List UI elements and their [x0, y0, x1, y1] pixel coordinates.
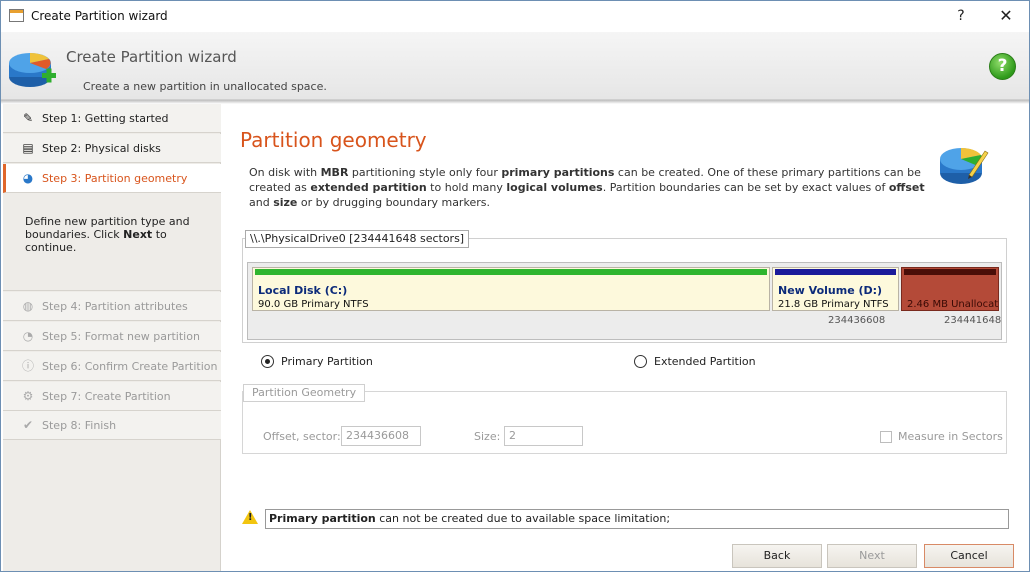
physical-drive-group: \\.\PhysicalDrive0 [234441648 sectors] L…	[242, 230, 1007, 343]
main-panel: Partition geometry On disk with MBR part…	[222, 104, 1029, 571]
desc-text: and	[249, 196, 274, 209]
partition-new-volume-d[interactable]: New Volume (D:) 21.8 GB Primary NTFS	[772, 267, 899, 311]
warning-bold: Primary partition	[269, 512, 376, 525]
title-bar: Create Partition wizard ? ✕	[1, 1, 1029, 32]
desc-text: partitioning style only four	[348, 166, 502, 179]
step-partition-attributes: ◍ Step 4: Partition attributes	[3, 292, 221, 321]
magic-wand-icon: ✎	[22, 111, 34, 125]
header-subtitle: Create a new partition in unallocated sp…	[83, 80, 327, 93]
step-format-partition: ◔ Step 5: Format new partition	[3, 322, 221, 351]
step-label: Step 6: Confirm Create Partition	[42, 359, 218, 373]
step-label: Step 4: Partition attributes	[42, 299, 188, 313]
partition-name: New Volume (D:)	[778, 284, 883, 297]
attributes-disk-icon: ◍	[22, 299, 34, 313]
app-window-icon	[9, 9, 24, 22]
partition-geometry-legend: Partition Geometry	[243, 384, 366, 402]
step-label: Step 7: Create Partition	[42, 389, 171, 403]
disk-partition-logo-icon	[9, 53, 56, 87]
measure-in-sectors-checkbox[interactable]: Measure in Sectors	[880, 430, 1003, 443]
gear-icon: ⚙	[22, 389, 34, 403]
format-disk-icon: ◔	[22, 329, 34, 343]
partition-bar	[255, 269, 767, 275]
step-getting-started[interactable]: ✎ Step 1: Getting started	[3, 104, 221, 133]
step-finish: ✔ Step 8: Finish	[3, 411, 221, 440]
radio-unselected-icon	[634, 355, 647, 368]
steps-sidebar: ✎ Step 1: Getting started ▤ Step 2: Phys…	[3, 104, 221, 571]
warning-icon: !	[242, 510, 258, 524]
sector-start-marker: 234436608	[828, 315, 886, 326]
disk-map: Local Disk (C:) 90.0 GB Primary NTFS New…	[247, 262, 1002, 340]
extended-partition-radio[interactable]: Extended Partition	[634, 355, 756, 368]
partition-geometry-icon	[940, 147, 989, 184]
desc-bold: logical volumes	[506, 181, 603, 194]
desc-text: to hold many	[426, 181, 507, 194]
checkbox-unchecked-icon	[880, 430, 892, 443]
desc-text: On disk with	[249, 166, 321, 179]
physical-drive-label: \\.\PhysicalDrive0 [234441648 sectors]	[245, 230, 470, 248]
partition-bar	[775, 269, 896, 275]
cancel-button[interactable]: Cancel	[924, 544, 1014, 568]
step-label: Step 5: Format new partition	[42, 329, 200, 343]
partition-geometry-icon: ◕	[22, 171, 34, 185]
step-label: Step 2: Physical disks	[42, 141, 161, 155]
size-input[interactable]: 2	[504, 426, 583, 446]
step-create-partition: ⚙ Step 7: Create Partition	[3, 382, 221, 411]
partition-name: Local Disk (C:)	[258, 284, 348, 297]
step-description-bold: Next	[123, 228, 153, 241]
warning-message: Primary partition can not be created due…	[265, 509, 1009, 529]
page-description: On disk with MBR partitioning style only…	[249, 165, 939, 210]
partition-info: 2.46 MB Unallocated	[907, 299, 999, 310]
offset-input[interactable]: 234436608	[341, 426, 421, 446]
next-button[interactable]: Next	[827, 544, 917, 568]
partition-info: 90.0 GB Primary NTFS	[258, 299, 369, 310]
hard-disk-icon: ▤	[22, 141, 34, 155]
close-button[interactable]: ✕	[991, 5, 1021, 27]
offset-label: Offset, sector:	[263, 430, 341, 443]
step-partition-geometry[interactable]: ◕ Step 3: Partition geometry	[3, 164, 221, 193]
partition-bar	[904, 269, 996, 275]
back-button[interactable]: Back	[732, 544, 822, 568]
step-physical-disks[interactable]: ▤ Step 2: Physical disks	[3, 134, 221, 163]
sector-end-marker: 234441648	[944, 315, 1002, 326]
radio-selected-icon	[261, 355, 274, 368]
desc-text: . Partition boundaries can be set by exa…	[602, 181, 889, 194]
window-title: Create Partition wizard	[31, 9, 168, 23]
partition-info: 21.8 GB Primary NTFS	[778, 299, 889, 310]
desc-bold: MBR	[320, 166, 349, 179]
measure-in-sectors-label: Measure in Sectors	[898, 430, 1003, 443]
step-confirm-create: ⓘ Step 6: Confirm Create Partition	[3, 352, 221, 381]
page-title: Partition geometry	[240, 128, 427, 152]
primary-partition-label: Primary Partition	[281, 355, 373, 368]
primary-partition-radio[interactable]: Primary Partition	[261, 355, 373, 368]
info-icon: ⓘ	[21, 359, 34, 373]
extended-partition-label: Extended Partition	[654, 355, 756, 368]
desc-bold: size	[273, 196, 298, 209]
partition-unallocated[interactable]: 2.46 MB Unallocated	[901, 267, 999, 311]
step-label: Step 8: Finish	[42, 418, 117, 432]
header-title: Create Partition wizard	[66, 48, 237, 66]
desc-text: or by drugging boundary markers.	[297, 196, 490, 209]
desc-bold: offset	[888, 181, 925, 194]
wizard-window: Create Partition wizard ? ✕ Create Parti…	[0, 0, 1030, 572]
warning-text: can not be created due to available spac…	[375, 512, 671, 525]
step-description: Define new partition type and boundaries…	[3, 193, 221, 291]
step-label: Step 1: Getting started	[42, 111, 169, 125]
desc-bold: primary partitions	[501, 166, 615, 179]
size-label: Size:	[474, 430, 501, 443]
titlebar-help-button[interactable]: ?	[946, 5, 976, 27]
step-label: Step 3: Partition geometry	[42, 171, 188, 185]
desc-bold: extended partition	[310, 181, 427, 194]
partition-local-disk-c[interactable]: Local Disk (C:) 90.0 GB Primary NTFS	[252, 267, 770, 311]
partition-geometry-group: Partition Geometry Offset, sector: 23443…	[242, 384, 1007, 454]
checkmark-icon: ✔	[22, 418, 34, 432]
wizard-header: Create Partition wizard Create a new par…	[1, 32, 1029, 100]
help-icon[interactable]: ?	[989, 53, 1016, 80]
